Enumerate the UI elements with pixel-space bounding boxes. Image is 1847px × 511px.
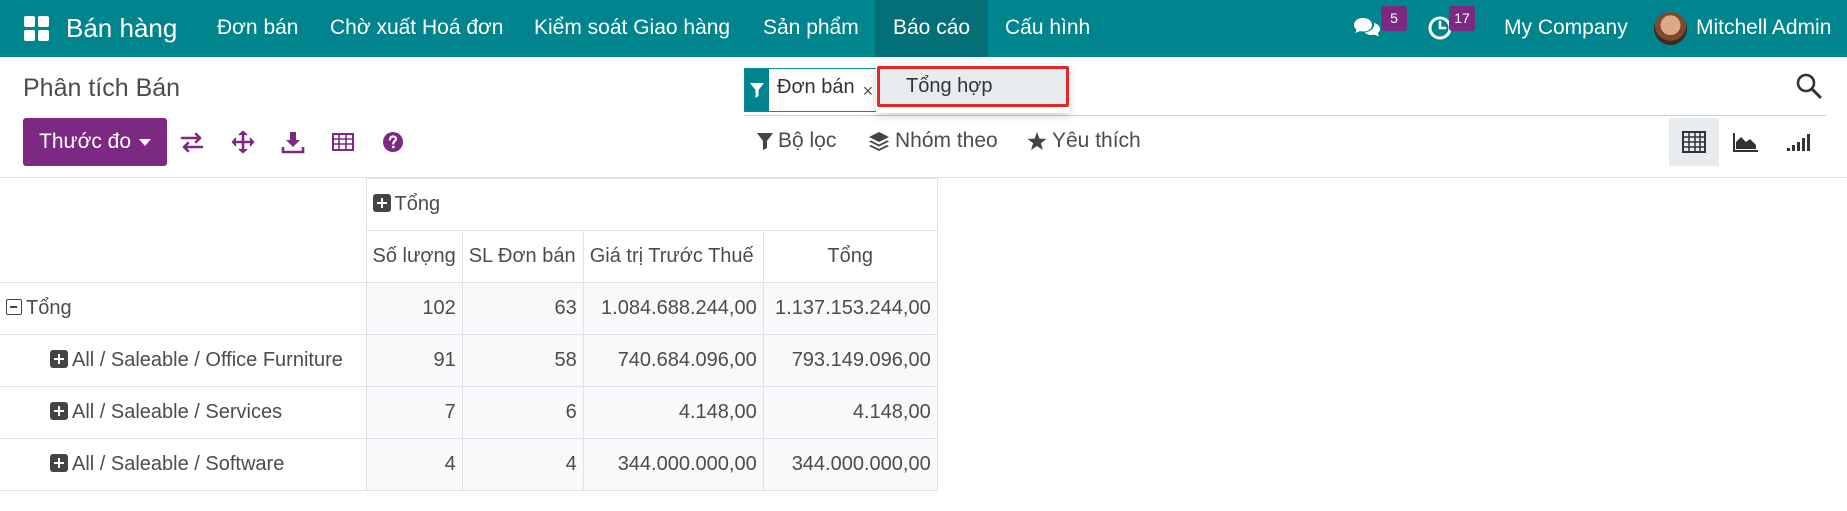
row-label: All / Saleable / Office Furniture (72, 349, 343, 371)
filter-icon (757, 133, 773, 150)
messages-badge: 5 (1381, 6, 1407, 31)
menu-kiem-soat-giao-hang[interactable]: Kiểm soát Giao hàng (516, 0, 748, 57)
activities-badge: 17 (1449, 6, 1475, 31)
app-name[interactable]: Bán hàng (66, 12, 177, 44)
table-row: Tổng 102 63 1.084.688.244,00 1.137.153.2… (0, 282, 938, 335)
dropdown-item-tong-hop[interactable]: Tổng hợp (877, 66, 1069, 107)
col-group-label: Tổng (394, 193, 441, 215)
menu-san-pham[interactable]: Sản phẩm (745, 0, 877, 57)
cell-value[interactable]: 4 (461, 438, 584, 491)
cell-value[interactable]: 63 (461, 282, 584, 335)
signal-bars-icon (1787, 134, 1810, 151)
expand-plus-icon (372, 194, 391, 212)
row-label: Tổng (26, 297, 72, 319)
filter-facet-icon (745, 69, 769, 111)
area-chart-icon (1733, 133, 1758, 152)
measure-header-so-luong[interactable]: Số lượng (365, 230, 463, 283)
expand-plus-icon (50, 402, 68, 420)
cell-value[interactable]: 344.000.000,00 (762, 438, 938, 491)
row-header-total[interactable]: Tổng (0, 282, 367, 335)
messages-icon[interactable] (1353, 15, 1381, 41)
collapse-minus-icon (6, 299, 22, 315)
favorites-button[interactable]: Yêu thích (1027, 126, 1141, 156)
menu-cau-hinh[interactable]: Cấu hình (987, 0, 1108, 57)
pivot-view-button[interactable] (1669, 118, 1719, 166)
company-switcher[interactable]: My Company (1504, 0, 1628, 57)
search-icon[interactable] (1795, 72, 1823, 100)
table-row: All / Saleable / Office Furniture 91 58 … (0, 334, 938, 387)
row-header-software[interactable]: All / Saleable / Software (0, 438, 367, 491)
menu-don-ban[interactable]: Đơn bán (199, 0, 317, 57)
menu-bao-cao[interactable]: Báo cáo (875, 0, 989, 57)
expand-plus-icon (50, 454, 68, 472)
group-by-label: Nhóm theo (895, 129, 998, 152)
cell-value[interactable]: 102 (365, 282, 463, 335)
expand-plus-icon (50, 350, 68, 368)
layers-icon (869, 132, 889, 151)
row-header-services[interactable]: All / Saleable / Services (0, 386, 367, 439)
insert-spreadsheet-icon[interactable] (331, 130, 355, 154)
star-icon (1027, 131, 1047, 150)
facet-remove-icon[interactable]: × (863, 69, 878, 111)
cohort-view-button[interactable] (1773, 118, 1823, 166)
page-title: Phân tích Bán (23, 74, 181, 102)
user-avatar[interactable] (1654, 12, 1687, 45)
expand-all-icon[interactable] (231, 130, 255, 154)
cell-value[interactable]: 58 (461, 334, 584, 387)
search-facet: Đơn bán × (744, 68, 879, 112)
user-menu[interactable]: Mitchell Admin (1696, 0, 1831, 57)
cell-value[interactable]: 91 (365, 334, 463, 387)
autocomplete-dropdown: Tổng hợp (876, 64, 1070, 113)
cell-value[interactable]: 7 (365, 386, 463, 439)
table-icon (1682, 131, 1706, 153)
cell-value[interactable]: 344.000.000,00 (582, 438, 764, 491)
cell-value[interactable]: 4 (365, 438, 463, 491)
measures-label: Thước đo (39, 130, 132, 153)
group-by-button[interactable]: Nhóm theo (868, 126, 998, 156)
row-label: All / Saleable / Services (72, 401, 283, 423)
measure-header-tong[interactable]: Tổng (762, 230, 938, 283)
download-icon[interactable] (281, 130, 305, 154)
menu-cho-xuat-hoa-don[interactable]: Chờ xuất Hoá đơn (312, 0, 521, 57)
cell-value[interactable]: 6 (461, 386, 584, 439)
cell-value[interactable]: 4.148,00 (582, 386, 764, 439)
flip-axis-icon[interactable] (180, 130, 204, 154)
measures-button[interactable]: Thước đo (23, 118, 167, 166)
top-navbar: Bán hàng Đơn bán Chờ xuất Hoá đơn Kiểm s… (0, 0, 1847, 57)
table-row: All / Saleable / Services 7 6 4.148,00 4… (0, 386, 938, 439)
cell-value[interactable]: 1.084.688.244,00 (582, 282, 764, 335)
caret-down-icon (139, 138, 152, 146)
cell-value[interactable]: 740.684.096,00 (582, 334, 764, 387)
measure-header-gia-tri-truoc-thue[interactable]: Giá trị Trước Thuế (582, 230, 764, 283)
help-icon[interactable] (381, 130, 405, 154)
pivot-table: Tổng Số lượng SL Đơn bán Giá trị Trước T… (0, 178, 938, 491)
cell-value[interactable]: 4.148,00 (762, 386, 938, 439)
filters-label: Bộ lọc (778, 129, 837, 152)
apps-menu-icon[interactable] (24, 16, 49, 41)
filters-button[interactable]: Bộ lọc (757, 126, 836, 156)
pivot-col-group-header[interactable]: Tổng (365, 178, 938, 231)
row-label: All / Saleable / Software (72, 453, 285, 475)
table-row: All / Saleable / Software 4 4 344.000.00… (0, 438, 938, 491)
measure-header-sl-don-ban[interactable]: SL Đơn bán (461, 230, 584, 283)
graph-view-button[interactable] (1721, 118, 1771, 166)
cell-value[interactable]: 1.137.153.244,00 (762, 282, 938, 335)
row-header-office-furniture[interactable]: All / Saleable / Office Furniture (0, 334, 367, 387)
favorites-label: Yêu thích (1052, 129, 1141, 152)
pivot-corner-cell (0, 178, 367, 283)
cell-value[interactable]: 793.149.096,00 (762, 334, 938, 387)
facet-label: Đơn bán (777, 76, 855, 98)
